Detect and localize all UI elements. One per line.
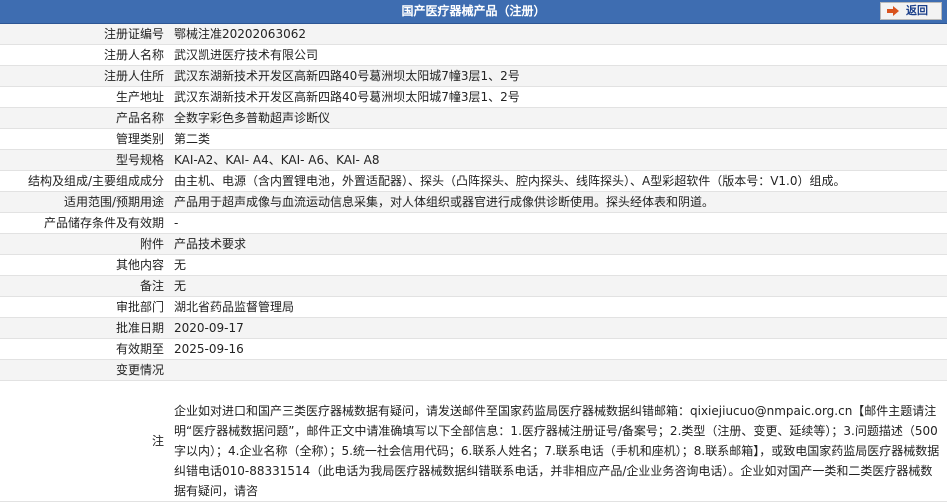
page-title: 国产医疗器械产品（注册） (401, 4, 546, 18)
row-label: 变更情况 (0, 359, 168, 381)
row-label: 注册人住所 (0, 65, 168, 87)
row-value: 武汉东湖新技术开发区高新四路40号葛洲坝太阳城7幢3层1、2号 (168, 86, 947, 108)
row-label: 注册证编号 (0, 24, 168, 45)
table-row: 适用范围/预期用途 产品用于超声成像与血流运动信息采集，对人体组织或器官进行成像供… (0, 191, 947, 213)
table-row: 管理类别 第二类 (0, 128, 947, 150)
row-label: 有效期至 (0, 338, 168, 360)
row-value (168, 359, 947, 381)
back-button[interactable]: 返回 (880, 2, 942, 20)
row-label: 管理类别 (0, 128, 168, 150)
row-value: 产品技术要求 (168, 233, 947, 255)
row-label: 备注 (0, 275, 168, 297)
title-bar: 国产医疗器械产品（注册） 返回 (0, 0, 947, 24)
registration-info-table: 注册证编号 鄂械注准20202063062 注册人名称 武汉凯进医疗技术有限公司 注册人… (0, 24, 947, 502)
table-row: 注册人住所 武汉东湖新技术开发区高新四路40号葛洲坝太阳城7幢3层1、2号 (0, 65, 947, 87)
row-label: 型号规格 (0, 149, 168, 171)
row-label: 产品储存条件及有效期 (0, 212, 168, 234)
row-value: - (168, 212, 947, 234)
row-value: 产品用于超声成像与血流运动信息采集，对人体组织或器官进行成像供诊断使用。探头经体… (168, 191, 947, 213)
row-label: 审批部门 (0, 296, 168, 318)
notice-row: 注企业如对进口和国产三类医疗器械数据有疑问，请发送邮件至国家药监局医疗器械数据纠… (0, 380, 947, 502)
table-row: 变更情况 (0, 359, 947, 381)
notice-label: 注 (0, 380, 168, 502)
row-value: 2020-09-17 (168, 317, 947, 339)
table-row: 注册证编号 鄂械注准20202063062 (0, 24, 947, 45)
row-value: 第二类 (168, 128, 947, 150)
row-value: 由主机、电源（含内置锂电池，外置适配器）、探头（凸阵探头、腔内探头、线阵探头）、… (168, 170, 947, 192)
row-value: 鄂械注准20202063062 (168, 24, 947, 45)
table-row: 产品名称 全数字彩色多普勒超声诊断仪 (0, 107, 947, 129)
table-row: 结构及组成/主要组成成分 由主机、电源（含内置锂电池，外置适配器）、探头（凸阵探头… (0, 170, 947, 192)
table-row: 产品储存条件及有效期 - (0, 212, 947, 234)
table-row: 备注无 (0, 275, 947, 297)
row-label: 其他内容 (0, 254, 168, 276)
row-value: 全数字彩色多普勒超声诊断仪 (168, 107, 947, 129)
arrow-right-icon (887, 6, 899, 16)
back-button-label: 返回 (906, 4, 928, 17)
row-value: 湖北省药品监督管理局 (168, 296, 947, 318)
row-value: 2025-09-16 (168, 338, 947, 360)
table-row: 注册人名称 武汉凯进医疗技术有限公司 (0, 44, 947, 66)
table-row: 批准日期 2020-09-17 (0, 317, 947, 339)
row-label: 结构及组成/主要组成成分 (0, 170, 168, 192)
table-row: 生产地址 武汉东湖新技术开发区高新四路40号葛洲坝太阳城7幢3层1、2号 (0, 86, 947, 108)
row-value: 无 (168, 275, 947, 297)
row-label: 注册人名称 (0, 44, 168, 66)
table-row: 附件 产品技术要求 (0, 233, 947, 255)
row-value: KAI-A2、KAI- A4、KAI- A6、KAI- A8 (168, 149, 947, 171)
row-label: 适用范围/预期用途 (0, 191, 168, 213)
row-label: 附件 (0, 233, 168, 255)
row-label: 产品名称 (0, 107, 168, 129)
row-value: 无 (168, 254, 947, 276)
row-value: 武汉东湖新技术开发区高新四路40号葛洲坝太阳城7幢3层1、2号 (168, 65, 947, 87)
notice-text: 企业如对进口和国产三类医疗器械数据有疑问，请发送邮件至国家药监局医疗器械数据纠错… (168, 380, 947, 502)
table-row: 有效期至 2025-09-16 (0, 338, 947, 360)
table-row: 型号规格 KAI-A2、KAI- A4、KAI- A6、KAI- A8 (0, 149, 947, 171)
row-value: 武汉凯进医疗技术有限公司 (168, 44, 947, 66)
table-row: 其他内容无 (0, 254, 947, 276)
row-label: 批准日期 (0, 317, 168, 339)
table-row: 审批部门 湖北省药品监督管理局 (0, 296, 947, 318)
row-label: 生产地址 (0, 86, 168, 108)
